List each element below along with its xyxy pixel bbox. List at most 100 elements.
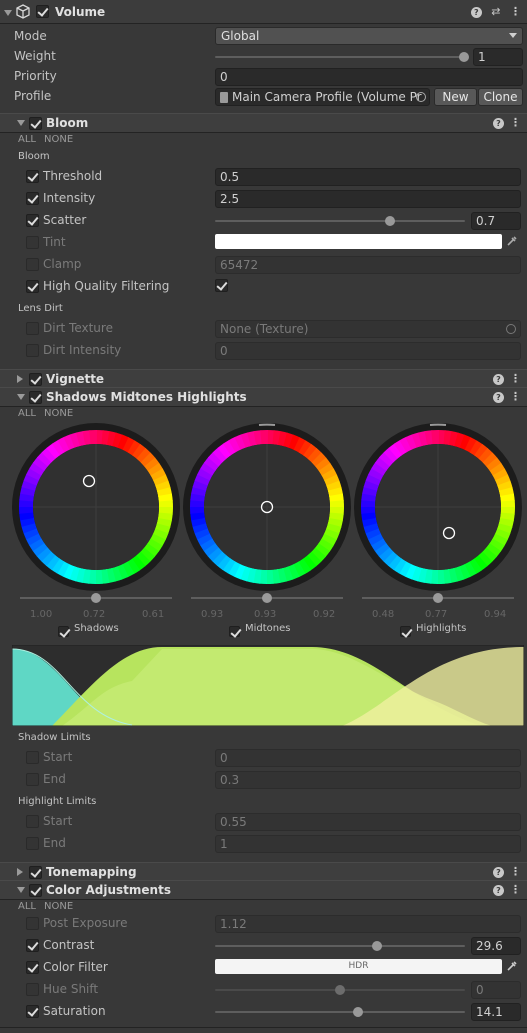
more-options-icon[interactable]: ⋮ [510, 372, 521, 385]
lens-dirt-section-header: Lens Dirt [18, 303, 63, 314]
volume-header[interactable]: Volume ? ⇄ ⋮ [0, 0, 527, 24]
post-exposure-field[interactable]: 1.12 [215, 915, 521, 933]
smh-enabled-checkbox[interactable] [29, 391, 42, 404]
foldout-arrow-icon[interactable] [17, 375, 23, 383]
more-options-icon[interactable]: ⋮ [510, 883, 521, 896]
highlight-end-field[interactable]: 1 [215, 835, 521, 853]
threshold-override-checkbox[interactable] [26, 170, 39, 183]
contrast-override-checkbox[interactable] [26, 939, 39, 952]
foldout-arrow-icon[interactable] [17, 120, 25, 126]
help-icon[interactable]: ? [493, 866, 504, 878]
color-adj-none-button[interactable]: NONE [44, 901, 73, 912]
intensity-override-checkbox[interactable] [26, 192, 39, 205]
smh-header[interactable]: Shadows Midtones Highlights ? ⋮ [0, 387, 527, 407]
help-icon[interactable]: ? [493, 117, 504, 129]
more-options-icon[interactable]: ⋮ [510, 865, 521, 878]
hue-shift-slider-knob[interactable] [335, 985, 345, 995]
bloom-header[interactable]: Bloom ? ⋮ [0, 113, 527, 133]
weight-field[interactable]: 1 [473, 48, 523, 66]
scatter-slider-track[interactable] [215, 220, 465, 222]
color-wheel-midtones[interactable] [183, 423, 351, 603]
scatter-field[interactable]: 0.7 [471, 212, 521, 230]
color-filter-override-checkbox[interactable] [26, 961, 39, 974]
foldout-arrow-icon[interactable] [17, 868, 23, 876]
more-options-icon[interactable]: ⋮ [510, 390, 521, 403]
vignette-header[interactable]: Vignette ? ⋮ [0, 369, 527, 389]
highlight-start-field[interactable]: 0.55 [215, 813, 521, 831]
color-adjustments-header[interactable]: Color Adjustments ? ⋮ [0, 880, 527, 900]
clamp-field[interactable]: 65472 [215, 256, 521, 274]
color-adj-all-button[interactable]: ALL [18, 901, 36, 912]
wheel-enable-checkbox[interactable] [229, 626, 240, 637]
help-icon[interactable]: ? [470, 6, 482, 18]
hue-shift-override-checkbox[interactable] [26, 983, 39, 996]
help-icon[interactable]: ? [493, 373, 504, 385]
color-wheel-highlights[interactable] [354, 423, 522, 603]
weight-slider-track[interactable] [215, 56, 467, 58]
foldout-arrow-icon[interactable] [4, 10, 12, 16]
shadow-end-override-checkbox[interactable] [26, 773, 39, 786]
mode-dropdown[interactable]: Global [215, 27, 523, 45]
color-adjustments-enabled-checkbox[interactable] [29, 884, 42, 897]
wheel-enable-checkbox[interactable] [400, 626, 411, 637]
intensity-field[interactable]: 2.5 [215, 190, 521, 208]
wheel-intensity-knob[interactable] [91, 593, 101, 603]
shadow-start-field[interactable]: 0 [215, 749, 521, 767]
clamp-override-checkbox[interactable] [26, 258, 39, 271]
eyedropper-icon[interactable] [506, 235, 518, 247]
contrast-field[interactable]: 29.6 [471, 937, 521, 955]
hue-shift-field[interactable]: 0 [471, 981, 521, 999]
color-wheel-shadows[interactable] [12, 423, 180, 603]
bloom-none-button[interactable]: NONE [44, 134, 73, 145]
bloom-all-button[interactable]: ALL [18, 134, 36, 145]
help-icon[interactable]: ? [493, 884, 504, 896]
preset-sliders-icon[interactable]: ⇄ [491, 5, 500, 18]
scatter-override-checkbox[interactable] [26, 214, 39, 227]
saturation-field[interactable]: 14.1 [471, 1003, 521, 1021]
vignette-enabled-checkbox[interactable] [29, 373, 42, 386]
scatter-slider-knob[interactable] [385, 216, 395, 226]
clone-profile-button[interactable]: Clone [478, 88, 523, 106]
saturation-override-checkbox[interactable] [26, 1005, 39, 1018]
saturation-slider-track[interactable] [215, 1011, 465, 1013]
hq-filtering-override-checkbox[interactable] [26, 280, 39, 293]
hq-filtering-checkbox[interactable] [215, 279, 228, 292]
wheel-intensity-knob[interactable] [433, 593, 443, 603]
color-filter-swatch[interactable]: HDR [215, 959, 502, 974]
object-picker-icon[interactable] [416, 92, 426, 102]
contrast-slider-track[interactable] [215, 945, 465, 947]
highlight-end-override-checkbox[interactable] [26, 837, 39, 850]
foldout-arrow-icon[interactable] [17, 887, 25, 893]
wheel-enable-checkbox[interactable] [58, 626, 69, 637]
dirt-texture-override-checkbox[interactable] [26, 322, 39, 335]
dirt-intensity-field[interactable]: 0 [215, 342, 521, 360]
shadow-end-field[interactable]: 0.3 [215, 771, 521, 789]
priority-field[interactable]: 0 [215, 68, 523, 86]
dirt-texture-field[interactable]: None (Texture) [215, 320, 521, 338]
profile-field[interactable]: Main Camera Profile (Volume Pr [215, 88, 430, 106]
object-picker-icon[interactable] [506, 324, 516, 334]
help-icon[interactable]: ? [493, 391, 504, 403]
post-exposure-override-checkbox[interactable] [26, 917, 39, 930]
volume-enabled-checkbox[interactable] [36, 5, 49, 18]
threshold-field[interactable]: 0.5 [215, 168, 521, 186]
more-options-icon[interactable]: ⋮ [510, 116, 521, 129]
saturation-slider-knob[interactable] [352, 1007, 363, 1017]
bloom-enabled-checkbox[interactable] [29, 117, 42, 130]
dirt-intensity-override-checkbox[interactable] [26, 344, 39, 357]
wheel-intensity-knob[interactable] [262, 593, 272, 603]
contrast-slider-knob[interactable] [372, 941, 382, 951]
tint-color-swatch[interactable] [215, 234, 502, 249]
tint-override-checkbox[interactable] [26, 236, 39, 249]
foldout-arrow-icon[interactable] [17, 394, 25, 400]
tonemapping-header[interactable]: Tonemapping ? ⋮ [0, 862, 527, 882]
shadow-start-label: Start [43, 750, 73, 764]
shadow-start-override-checkbox[interactable] [26, 751, 39, 764]
eyedropper-icon[interactable] [506, 960, 518, 972]
wheel-label: Midtones [245, 623, 291, 634]
tonemapping-enabled-checkbox[interactable] [29, 866, 42, 879]
new-profile-button[interactable]: New [434, 88, 477, 106]
weight-slider-knob[interactable] [459, 52, 469, 62]
more-options-icon[interactable]: ⋮ [510, 5, 521, 18]
highlight-start-override-checkbox[interactable] [26, 815, 39, 828]
